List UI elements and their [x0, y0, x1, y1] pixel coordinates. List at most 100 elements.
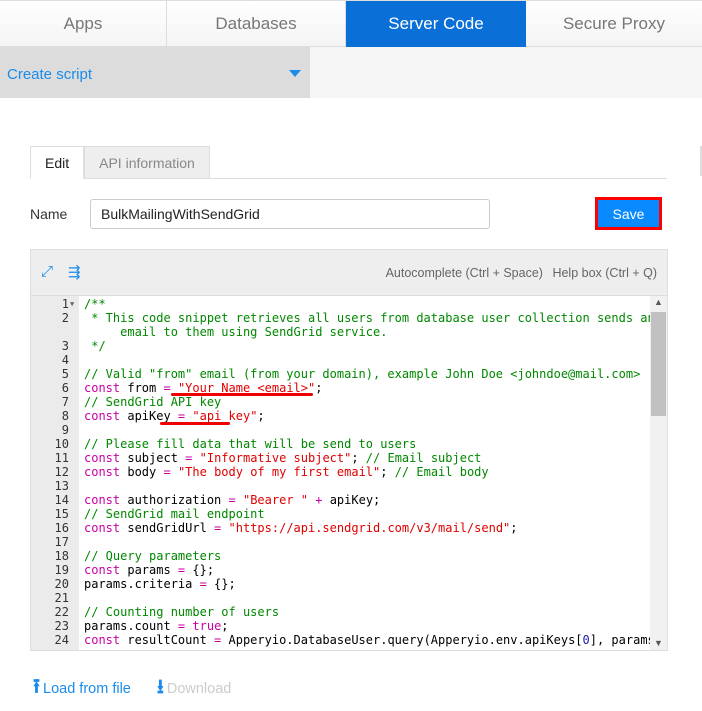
code-text: const params = {}; — [84, 563, 214, 577]
code-token: "The body of my first email" — [177, 465, 381, 479]
line-number: 4 — [61, 353, 69, 367]
code-text: */ — [84, 339, 106, 353]
code-text: const resultCount = Apperyio.DatabaseUse… — [84, 633, 662, 647]
code-area[interactable]: 1 ▼/** 2 * This code snippet retrieves all… — [31, 296, 662, 650]
vertical-scrollbar[interactable]: ▲ ▼ — [650, 296, 667, 650]
tab-databases[interactable]: Databases — [167, 1, 346, 47]
code-line: 10 // Please fill data that will be send … — [31, 437, 650, 451]
code-line: 2 * This code snippet retrieves all user… — [31, 311, 655, 325]
editor-tabs: Edit API information — [30, 146, 667, 179]
code-token: * This code snippet retrieves all users … — [84, 311, 655, 325]
code-token: // Email subject — [365, 451, 482, 465]
code-token: const — [84, 493, 121, 507]
code-token: const — [84, 563, 121, 577]
code-token: = — [163, 465, 171, 479]
code-token: = — [228, 493, 236, 507]
code-line: 23 params.count = true; — [31, 619, 650, 633]
code-token: params — [120, 563, 178, 577]
fold-icon[interactable]: ▼ — [70, 297, 74, 311]
line-number: 21 — [54, 591, 69, 605]
line-number: 11 — [54, 451, 69, 465]
line-number: 16 — [54, 521, 69, 535]
code-text: // Query parameters — [84, 549, 221, 563]
code-token: // SendGrid API key — [84, 395, 222, 409]
download-link[interactable]: ⭳ Download — [157, 672, 232, 706]
save-button[interactable]: Save — [598, 200, 659, 227]
code-token: email to them using SendGrid service. — [84, 325, 388, 339]
code-text: // Valid "from" email (from your domain)… — [84, 367, 640, 381]
editor-toolbar: ⤢ ⇶ Autocomplete (Ctrl + Space) Help box… — [31, 250, 667, 296]
code-line: 24 const resultCount = Apperyio.DatabaseU… — [31, 633, 662, 647]
tab-api-information[interactable]: API information — [84, 146, 210, 179]
expand-icon[interactable]: ⤢ — [41, 263, 53, 280]
code-line: 22 // Counting number of users — [31, 605, 650, 619]
line-number: 24 — [54, 633, 69, 647]
code-text: // Counting number of users — [84, 605, 279, 619]
tab-server-code[interactable]: Server Code — [346, 1, 526, 47]
code-token: // Counting number of users — [84, 605, 280, 619]
helpbox-hint[interactable]: Help box (Ctrl + Q) — [552, 266, 657, 280]
code-token: authorization — [120, 493, 229, 507]
load-from-file-link[interactable]: ⭱ Load from file — [33, 672, 131, 706]
code-token: subject — [120, 451, 186, 465]
code-text: // Please fill data that will be send to… — [84, 437, 416, 451]
code-token: 0 — [582, 633, 590, 647]
code-line: 9 — [31, 423, 650, 437]
scrollbar-thumb[interactable] — [651, 312, 666, 416]
line-number: 2 — [61, 311, 69, 325]
code-line: 3 */ — [31, 339, 650, 353]
code-token: // Query parameters — [84, 549, 222, 563]
format-indent-icon[interactable]: ⇶ — [68, 263, 81, 281]
scroll-down-icon[interactable]: ▼ — [650, 638, 667, 648]
code-token: true — [192, 619, 222, 633]
line-number: 19 — [54, 563, 69, 577]
tab-secure-proxy[interactable]: Secure Proxy — [526, 1, 702, 47]
line-number: 6 — [61, 381, 69, 395]
code-text: // SendGrid mail endpoint — [84, 507, 265, 521]
scroll-up-icon[interactable]: ▲ — [650, 297, 667, 307]
code-line: 8 const apiKey = "api_key"; — [31, 409, 650, 423]
annotation-underline — [160, 422, 230, 425]
code-line: 14 const authorization = "Bearer " + apiK… — [31, 493, 650, 507]
code-token: ; — [351, 451, 366, 465]
code-editor: ⤢ ⇶ Autocomplete (Ctrl + Space) Help box… — [30, 249, 668, 651]
code-line: 19 const params = {}; — [31, 563, 650, 577]
code-text: * This code snippet retrieves all users … — [84, 311, 655, 325]
line-number: 9 — [61, 423, 69, 437]
code-line: 6 const from = "Your Name <email>"; — [31, 381, 650, 395]
code-text: params.criteria = {}; — [84, 577, 236, 591]
name-input[interactable] — [90, 199, 490, 229]
line-number: 14 — [54, 493, 69, 507]
script-dropdown-value: Create script — [7, 66, 93, 83]
save-highlight: Save — [595, 197, 662, 230]
line-number: 17 — [54, 535, 69, 549]
code-token: ; — [380, 465, 395, 479]
code-token: = — [199, 577, 207, 591]
tab-apps[interactable]: Apps — [0, 1, 167, 47]
main-nav: Apps Databases Server Code Secure Proxy — [0, 0, 702, 47]
code-line: 18 // Query parameters — [31, 549, 650, 563]
code-line: 5 // Valid "from" email (from your domain… — [31, 367, 650, 381]
code-token: params.criteria — [84, 577, 200, 591]
code-token: apiKey; — [322, 493, 381, 507]
code-text: const subject = "Informative subject"; /… — [84, 451, 481, 465]
download-arrow-icon: ⭳ — [156, 676, 164, 698]
code-token: resultCount — [120, 633, 215, 647]
tab-edit[interactable]: Edit — [30, 146, 85, 179]
code-token: sendGridUrl — [120, 521, 215, 535]
code-token: // SendGrid mail endpoint — [84, 507, 265, 521]
code-text: // SendGrid API key — [84, 395, 221, 409]
line-number: 10 — [54, 437, 69, 451]
code-token: // Please fill data that will be send to… — [84, 437, 417, 451]
code-token: {}; — [206, 577, 236, 591]
code-text: const sendGridUrl = "https://api.sendgri… — [84, 521, 518, 535]
code-token: */ — [84, 339, 106, 353]
code-line: 20 params.criteria = {}; — [31, 577, 650, 591]
autocomplete-hint[interactable]: Autocomplete (Ctrl + Space) — [386, 266, 543, 280]
code-line: 17 — [31, 535, 650, 549]
script-dropdown[interactable]: Create script — [0, 47, 310, 98]
code-token: // Email body — [394, 465, 489, 479]
line-number: 13 — [54, 479, 69, 493]
